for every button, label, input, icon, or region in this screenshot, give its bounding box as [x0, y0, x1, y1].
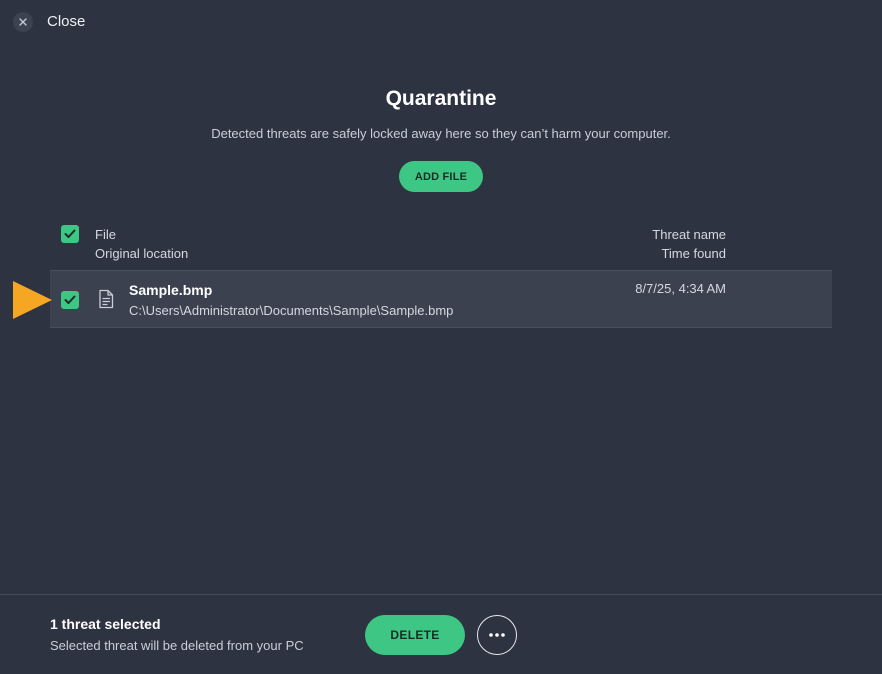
file-name: Sample.bmp [129, 282, 213, 298]
more-options-icon [489, 633, 505, 637]
more-options-button[interactable] [477, 615, 517, 655]
selected-description: Selected threat will be deleted from you… [50, 638, 304, 653]
time-found: 8/7/25, 4:34 AM [635, 281, 726, 296]
selected-count: 1 threat selected [50, 616, 161, 632]
document-icon [99, 289, 114, 309]
file-location: C:\Users\Administrator\Documents\Sample\… [129, 303, 454, 318]
column-header-threat-name[interactable]: Threat name [652, 227, 726, 242]
table-row[interactable] [50, 270, 832, 328]
pointer-arrow-icon [13, 281, 52, 319]
page-subtitle: Detected threats are safely locked away … [211, 126, 671, 141]
close-button[interactable] [13, 12, 33, 32]
column-header-file[interactable]: File [95, 227, 116, 242]
checkmark-icon [64, 295, 76, 304]
column-header-time-found[interactable]: Time found [661, 246, 726, 261]
select-all-checkbox[interactable] [61, 225, 79, 243]
page-title: Quarantine [385, 87, 497, 110]
close-icon [19, 18, 27, 26]
footer-divider [0, 594, 882, 595]
row-checkbox[interactable] [61, 291, 79, 309]
checkmark-icon [64, 229, 76, 238]
column-header-original-location[interactable]: Original location [95, 246, 188, 261]
add-file-button[interactable]: ADD FILE [399, 161, 483, 192]
delete-button[interactable]: DELETE [365, 615, 465, 655]
close-label[interactable]: Close [47, 13, 85, 30]
